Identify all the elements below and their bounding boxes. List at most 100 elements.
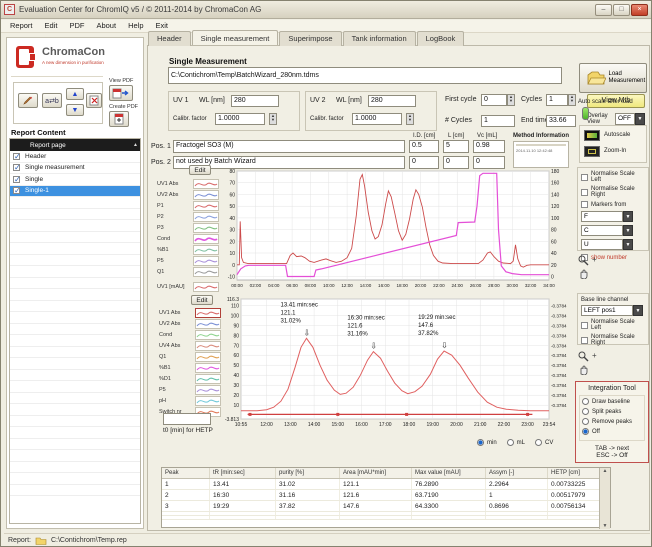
legend-swatch[interactable] xyxy=(193,212,219,222)
report-row-empty[interactable] xyxy=(10,450,140,462)
edit-report-button[interactable] xyxy=(18,93,38,108)
table-row[interactable] xyxy=(162,516,610,520)
legend-item-ph[interactable]: pH xyxy=(159,395,221,406)
move-down-button[interactable]: ▼ xyxy=(66,104,84,116)
legend-item-q1[interactable]: Q1 xyxy=(159,351,221,362)
chevron-down-icon[interactable]: ▼ xyxy=(635,113,645,125)
normalise-right-checkbox[interactable] xyxy=(581,189,588,196)
scroll-up-icon[interactable]: ▲ xyxy=(133,142,138,148)
report-row-empty[interactable] xyxy=(10,485,140,497)
menu-item-pdf[interactable]: PDF xyxy=(63,20,90,32)
first-cycle-field[interactable]: 0 xyxy=(481,94,507,106)
legend-swatch[interactable] xyxy=(193,256,219,266)
legend-item-p5[interactable]: P5 xyxy=(157,255,219,266)
chevron-down-icon[interactable]: ▼ xyxy=(623,239,633,250)
radio-icon[interactable] xyxy=(582,398,589,405)
first-cycle-spinner[interactable]: ▲▼ xyxy=(507,94,515,106)
tab-tank-information[interactable]: Tank information xyxy=(343,31,416,46)
report-row-empty[interactable] xyxy=(10,312,140,324)
magnifier-plus-icon[interactable] xyxy=(578,255,589,266)
legend-item-p5[interactable]: P5 xyxy=(159,384,221,395)
report-row-empty[interactable] xyxy=(10,427,140,439)
chart2-plot[interactable]: 10:5512:0013:0014:0015:0016:0017:0018:00… xyxy=(221,295,575,435)
close-button[interactable]: × xyxy=(631,4,648,16)
chevron-down-icon[interactable]: ▼ xyxy=(623,211,633,222)
minimize-button[interactable]: – xyxy=(595,4,612,16)
report-row-empty[interactable] xyxy=(10,243,140,255)
report-row-empty[interactable] xyxy=(10,197,140,209)
autoscale-button[interactable]: Autoscale xyxy=(604,132,630,138)
uv2-wl-field[interactable]: 280 xyxy=(368,95,416,107)
table-header-cell-max-value-mau[interactable]: Max value [mAU] xyxy=(412,468,486,478)
radio-icon[interactable] xyxy=(582,418,589,425)
pos1-name-field[interactable]: Fractogel SO3 (M) xyxy=(173,140,405,153)
report-row-empty[interactable] xyxy=(10,220,140,232)
baseline-normalise-left-checkbox[interactable] xyxy=(581,322,588,329)
autoscale-after-load-toggle[interactable] xyxy=(582,107,589,120)
table-header-cell-area-mau-min[interactable]: Area [mAU*min] xyxy=(340,468,412,478)
report-row-empty[interactable] xyxy=(10,209,140,221)
legend-item-uv1-abs[interactable]: UV1 Abs xyxy=(157,178,219,189)
report-row-empty[interactable] xyxy=(10,255,140,267)
report-row-header[interactable]: Header xyxy=(10,151,140,163)
report-row-empty[interactable] xyxy=(10,266,140,278)
tab-header[interactable]: Header xyxy=(148,31,191,46)
legend-swatch[interactable] xyxy=(193,179,219,189)
report-row-empty[interactable] xyxy=(10,416,140,428)
num-cycles-field[interactable]: 1 xyxy=(481,115,515,127)
pos1-id-field[interactable]: 0.5 xyxy=(409,140,439,153)
legend-item-uv1-abs[interactable]: UV1 Abs xyxy=(159,307,221,318)
report-row-checkbox[interactable] xyxy=(13,187,20,194)
legend-item-uv2-abs[interactable]: UV2 Abs xyxy=(159,318,221,329)
uv1-calib-field[interactable]: 1.0000 xyxy=(215,113,265,125)
normalise-left-checkbox[interactable] xyxy=(581,174,588,181)
legend-item-p3[interactable]: P3 xyxy=(157,222,219,233)
legend-swatch[interactable] xyxy=(195,396,221,406)
radio-icon[interactable] xyxy=(507,439,514,446)
unit-radio-ml[interactable]: mL xyxy=(507,439,525,446)
radio-icon[interactable] xyxy=(582,408,589,415)
autoscale-icon[interactable] xyxy=(584,130,600,141)
marker-combo-f[interactable]: F ▼ xyxy=(581,211,633,222)
legend-swatch[interactable] xyxy=(193,245,219,255)
report-row-single[interactable]: Single xyxy=(10,174,140,186)
uv2-calib-spinner[interactable]: ▲▼ xyxy=(406,113,414,125)
cycles-spinner[interactable]: ▲▼ xyxy=(568,94,576,106)
chart1-edit-button[interactable]: Edit xyxy=(189,165,211,175)
end-time-field[interactable]: 33.66 xyxy=(546,115,576,127)
legend-item-cond[interactable]: Cond xyxy=(159,329,221,340)
marker-combo-u[interactable]: U ▼ xyxy=(581,239,633,250)
report-row-empty[interactable] xyxy=(10,347,140,359)
chart1-plot[interactable]: 00:0002:0004:0006:0008:0010:0012:0014:00… xyxy=(221,167,575,293)
report-row-empty[interactable] xyxy=(10,232,140,244)
legend-swatch[interactable] xyxy=(193,267,219,277)
report-row-empty[interactable] xyxy=(10,278,140,290)
legend-swatch[interactable] xyxy=(195,319,221,329)
baseline-normalise-right-checkbox[interactable] xyxy=(581,337,588,344)
report-row-checkbox[interactable] xyxy=(13,176,20,183)
table-scroll-up-icon[interactable]: ▲ xyxy=(600,468,610,474)
legend-item-b1[interactable]: %B1 xyxy=(159,362,221,373)
t0-input[interactable] xyxy=(163,413,211,425)
report-row-empty[interactable] xyxy=(10,324,140,336)
legend-swatch[interactable] xyxy=(195,363,221,373)
report-row-single-1[interactable]: Single-1 xyxy=(10,186,140,198)
radio-icon[interactable] xyxy=(535,439,542,446)
report-row-empty[interactable] xyxy=(10,301,140,313)
chevron-down-icon[interactable]: ▼ xyxy=(633,305,643,316)
table-row[interactable]: 216:3031.16121.663.719010.00517979 xyxy=(162,490,610,501)
maximize-button[interactable]: □ xyxy=(613,4,630,16)
legend-swatch[interactable] xyxy=(195,308,221,318)
view-pdf-button[interactable] xyxy=(109,85,133,101)
menu-item-report[interactable]: Report xyxy=(4,20,39,32)
pos1-vc-field[interactable]: 0.98 xyxy=(473,140,505,153)
legend-swatch[interactable] xyxy=(195,341,221,351)
legend-swatch[interactable] xyxy=(193,234,219,244)
menu-item-about[interactable]: About xyxy=(90,20,122,32)
legend-swatch[interactable] xyxy=(193,190,219,200)
legend-item-p2[interactable]: P2 xyxy=(157,211,219,222)
baseline-channel-combo[interactable]: LEFT pos1 ▼ xyxy=(581,305,643,316)
report-row-empty[interactable] xyxy=(10,370,140,382)
report-row-empty[interactable] xyxy=(10,404,140,416)
tab-superimpose[interactable]: Superimpose xyxy=(279,31,341,46)
